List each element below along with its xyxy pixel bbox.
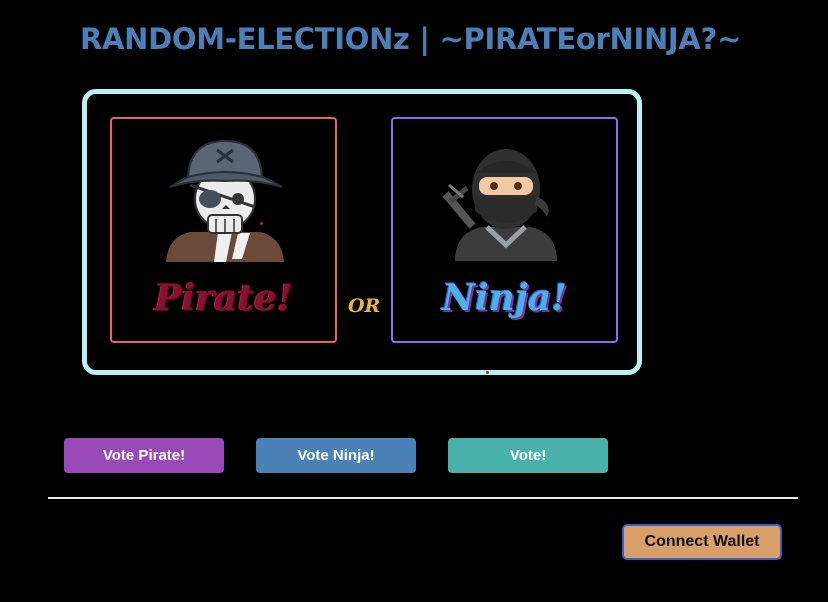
vote-button[interactable]: Vote! <box>448 438 608 473</box>
decorative-dot <box>486 371 489 374</box>
pirate-skull-icon <box>166 139 284 262</box>
page-title: RANDOM-ELECTIONz | ~PIRATEorNINJA?~ <box>80 22 742 56</box>
decorative-dot <box>260 222 263 225</box>
connect-wallet-button[interactable]: Connect Wallet <box>622 524 782 560</box>
vote-ninja-button[interactable]: Vote Ninja! <box>256 438 416 473</box>
ninja-choice-card: Ninja! <box>391 117 618 343</box>
pirate-label: Pirate! <box>154 277 293 319</box>
pirate-choice-card: Pirate! <box>110 117 337 343</box>
ninja-label: Ninja! <box>442 277 567 319</box>
ninja-icon <box>442 149 557 261</box>
vote-pirate-button[interactable]: Vote Pirate! <box>64 438 224 473</box>
or-separator: OR <box>348 295 381 317</box>
divider <box>48 497 798 499</box>
